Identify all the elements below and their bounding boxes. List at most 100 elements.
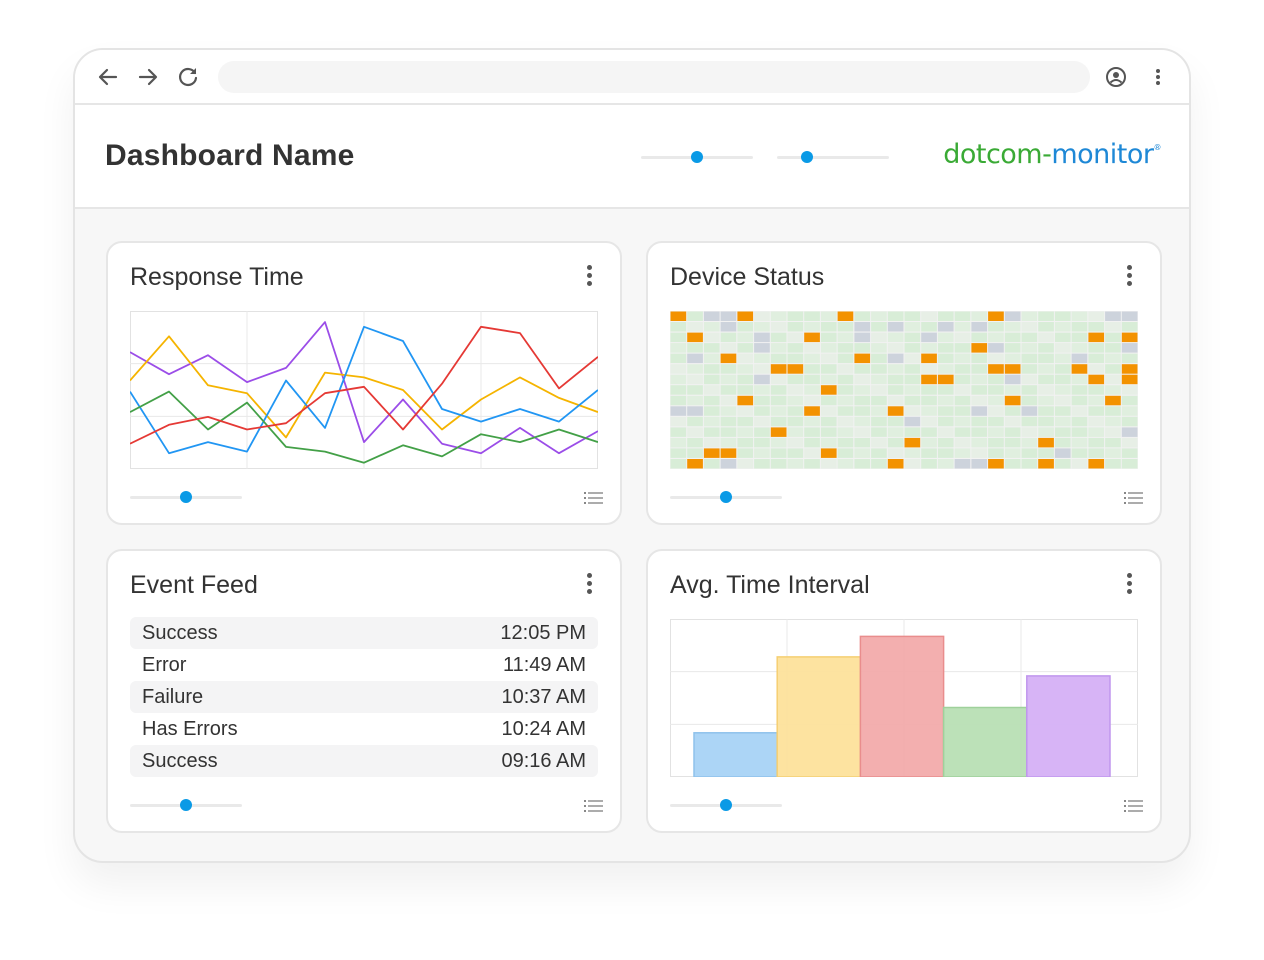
heatmap-cell: [670, 364, 687, 374]
heatmap-cell: [1038, 437, 1054, 448]
header-slider-2[interactable]: [777, 150, 889, 164]
heatmap-cell: [820, 395, 837, 406]
more-vertical-icon[interactable]: [582, 265, 596, 289]
heatmap-cell: [1021, 437, 1038, 448]
heatmap-cell: [954, 385, 971, 395]
heatmap-cell: [1105, 322, 1121, 332]
heatmap-cell: [1121, 385, 1138, 395]
heatmap-cell: [754, 364, 770, 374]
slider-thumb[interactable]: [801, 151, 814, 163]
arrow-right-icon[interactable]: [135, 64, 161, 90]
heatmap-cell: [954, 374, 971, 385]
heatmap-cell: [1038, 374, 1054, 385]
heatmap-cell: [971, 353, 988, 364]
heatmap-cell: [687, 406, 703, 416]
account-circle-icon[interactable]: [1103, 64, 1129, 90]
heatmap-cell: [720, 416, 737, 427]
heatmap-cell: [703, 364, 720, 374]
heatmap-cell: [770, 374, 787, 385]
list-icon[interactable]: [584, 491, 604, 505]
heatmap-cell: [770, 416, 787, 427]
heatmap-cell: [1105, 459, 1121, 469]
heatmap-cell: [687, 385, 703, 395]
heatmap-cell: [1105, 364, 1121, 374]
list-icon[interactable]: [1124, 799, 1144, 813]
heatmap-cell: [737, 343, 754, 353]
heatmap-cell: [1038, 385, 1054, 395]
heatmap-cell: [988, 395, 1004, 406]
heatmap-cell: [787, 343, 804, 353]
heatmap-cell: [904, 374, 921, 385]
card-slider[interactable]: [670, 798, 782, 812]
heatmap-cell: [670, 353, 687, 364]
list-item[interactable]: Error 11:49 AM: [130, 649, 598, 681]
heatmap-cell: [703, 406, 720, 416]
heatmap-cell: [1054, 322, 1071, 332]
arrow-left-icon[interactable]: [95, 64, 121, 90]
header-slider-1[interactable]: [641, 150, 753, 164]
heatmap-cell: [804, 374, 820, 385]
address-bar[interactable]: [218, 61, 1090, 93]
slider-thumb[interactable]: [720, 491, 732, 503]
heatmap-cell: [670, 322, 687, 332]
heatmap-cell: [1071, 332, 1088, 343]
slider-thumb[interactable]: [180, 799, 192, 811]
card-slider[interactable]: [670, 490, 782, 504]
card-slider[interactable]: [130, 490, 242, 504]
heatmap-cell: [854, 427, 871, 437]
heatmap-cell: [1071, 311, 1088, 321]
heatmap-cell: [921, 416, 937, 427]
heatmap-cell: [887, 416, 904, 427]
reload-icon[interactable]: [175, 64, 201, 90]
heatmap-cell: [1054, 395, 1071, 406]
heatmap-cell: [804, 332, 820, 343]
heatmap-cell: [921, 322, 937, 332]
list-item[interactable]: Has Errors 10:24 AM: [130, 713, 598, 745]
heatmap-cell: [988, 437, 1004, 448]
heatmap-cell: [871, 437, 887, 448]
heatmap-cell: [937, 437, 954, 448]
list-item[interactable]: Failure 10:37 AM: [130, 681, 598, 713]
heatmap-cell: [887, 459, 904, 469]
heatmap-cell: [1021, 448, 1038, 458]
more-vertical-icon[interactable]: [1122, 573, 1136, 597]
heatmap-cell: [754, 332, 770, 343]
heatmap-cell: [820, 343, 837, 353]
heatmap-cell: [1121, 343, 1138, 353]
heatmap-cell: [770, 311, 787, 321]
heatmap-cell: [1054, 311, 1071, 321]
heatmap-cell: [1038, 395, 1054, 406]
heatmap-cell: [703, 459, 720, 469]
heatmap-cell: [988, 343, 1004, 353]
list-item[interactable]: Success 12:05 PM: [130, 617, 598, 649]
heatmap-cell: [1071, 353, 1088, 364]
more-vertical-icon[interactable]: [1122, 265, 1136, 289]
list-icon[interactable]: [584, 799, 604, 813]
more-vertical-icon[interactable]: [1145, 64, 1171, 90]
heatmap-cell: [854, 311, 871, 321]
heatmap-cell: [937, 374, 954, 385]
heatmap-cell: [820, 459, 837, 469]
heatmap-cell: [904, 395, 921, 406]
slider-thumb[interactable]: [720, 799, 732, 811]
heatmap-cell: [1004, 385, 1021, 395]
heatmap-cell: [687, 353, 703, 364]
slider-thumb[interactable]: [691, 151, 703, 163]
heatmap-cell: [871, 448, 887, 458]
heatmap-cell: [954, 395, 971, 406]
heatmap-cell: [1004, 311, 1021, 321]
heatmap-cell: [1105, 374, 1121, 385]
list-item[interactable]: Success 09:16 AM: [130, 745, 598, 777]
heatmap-cell: [687, 427, 703, 437]
heatmap-cell: [720, 395, 737, 406]
slider-thumb[interactable]: [180, 491, 192, 503]
heatmap-cell: [854, 343, 871, 353]
more-vertical-icon[interactable]: [582, 573, 596, 597]
card-title: Response Time: [130, 263, 304, 291]
card-slider[interactable]: [130, 798, 242, 812]
heatmap-cell: [1004, 427, 1021, 437]
list-icon[interactable]: [1124, 491, 1144, 505]
heatmap-cell: [820, 374, 837, 385]
heatmap-cell: [670, 332, 687, 343]
heatmap-cell: [804, 448, 820, 458]
